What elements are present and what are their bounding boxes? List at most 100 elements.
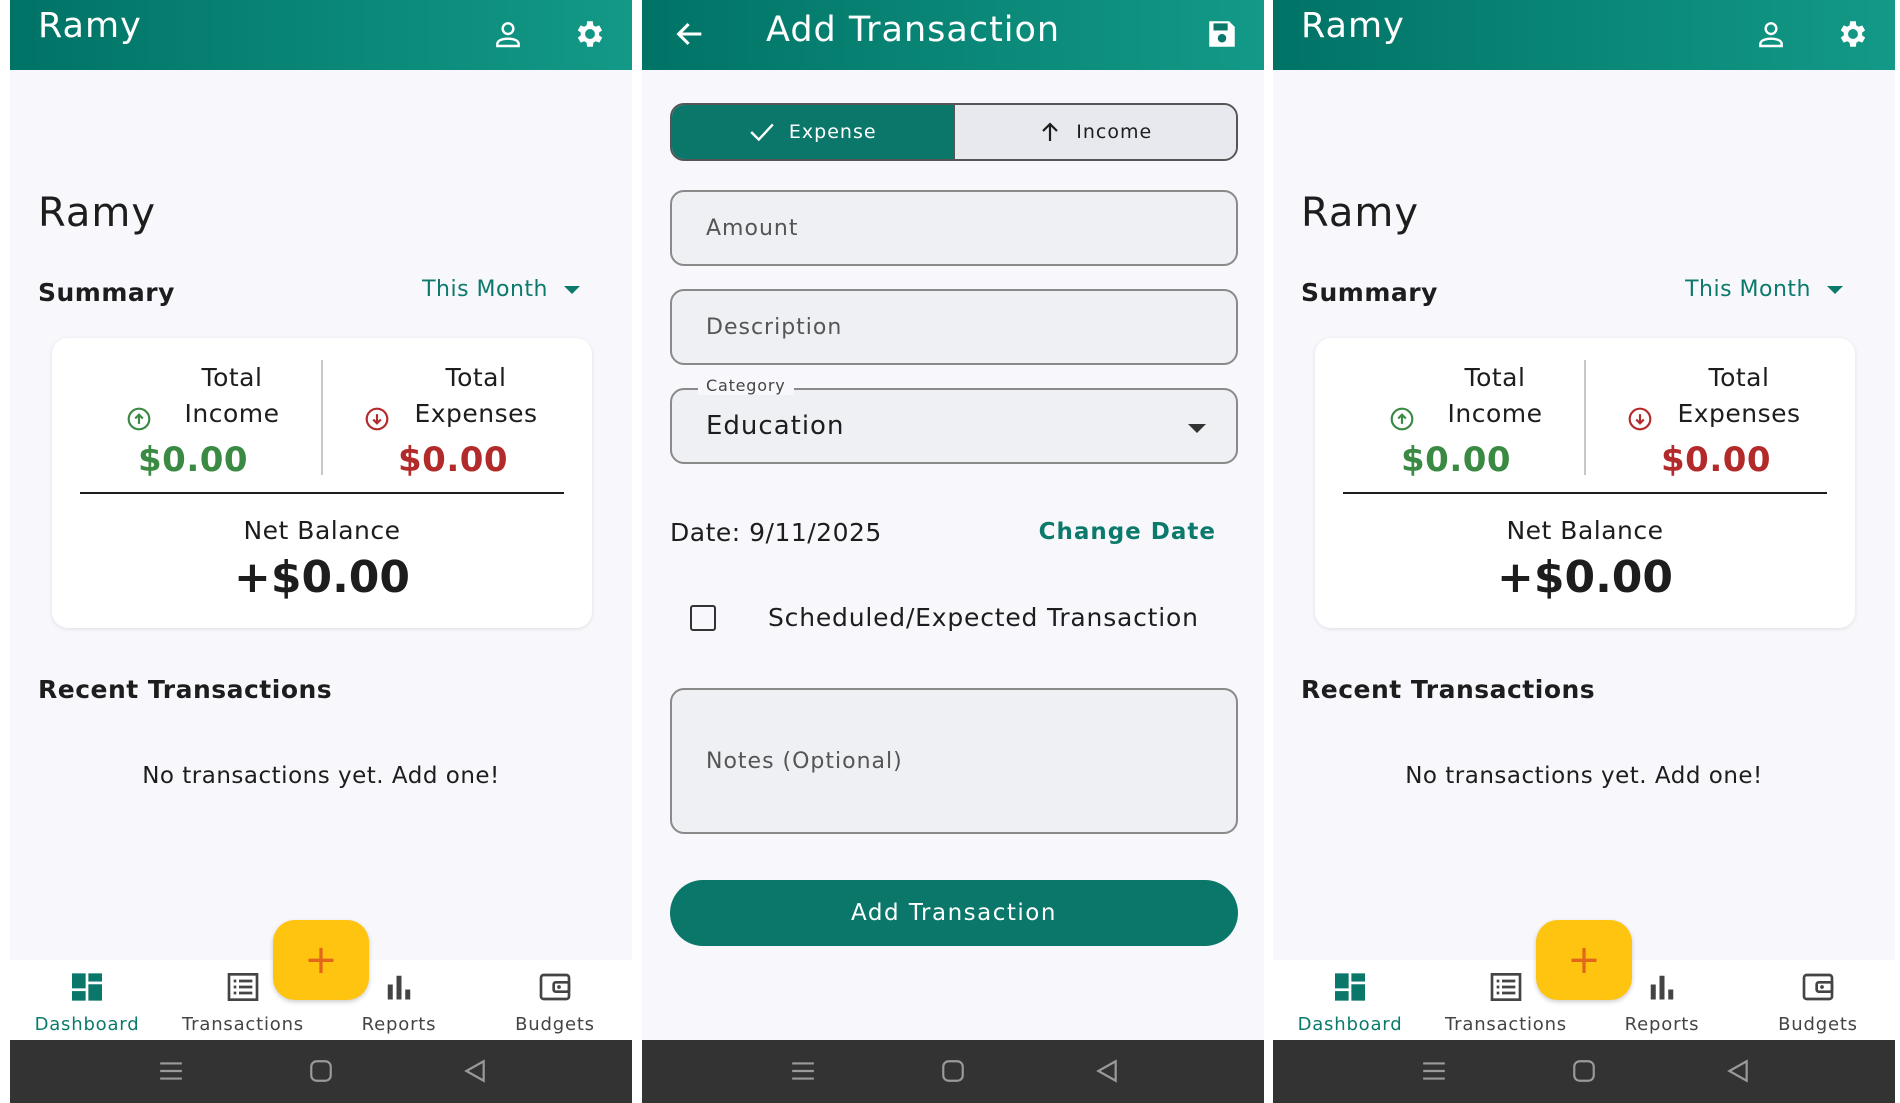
dropdown-arrow-icon [1188,424,1206,433]
summary-title: Summary [38,278,175,307]
total-expenses-label-1: Total [1708,363,1770,392]
date-row: Date: 9/11/2025 Change Date [670,512,1236,552]
income-option-label: Income [1076,121,1153,143]
gear-icon[interactable] [1833,14,1873,54]
total-expenses-value: $0.00 [398,440,509,480]
dashboard-icon [1335,973,1365,1001]
nav-budgets[interactable]: Budgets [480,972,630,1035]
home-square-icon[interactable] [1571,1058,1597,1084]
nav-budgets[interactable]: Budgets [1743,972,1893,1035]
recent-transactions-title: Recent Transactions [1301,675,1596,704]
caret-down-icon [1827,285,1843,294]
summary-card: Total Income $0.00 Total Expenses $0.00 … [1315,338,1855,628]
total-expenses-label-2: Expenses [1677,399,1801,428]
arrow-up-icon [1042,122,1059,141]
description-placeholder: Description [706,314,843,340]
recent-transactions-title: Recent Transactions [38,675,333,704]
caret-down-icon [564,285,580,294]
bar-chart-icon [1650,975,1674,1000]
arrow-back-icon[interactable] [670,14,710,54]
back-triangle-icon[interactable] [1725,1058,1751,1084]
total-expenses-block: Total Expenses $0.00 [322,360,582,480]
notes-placeholder: Notes (Optional) [706,748,903,774]
summary-title: Summary [1301,278,1438,307]
period-dropdown[interactable]: This Month [422,277,580,302]
add-transaction-fab[interactable]: + [273,920,369,1000]
gear-icon[interactable] [570,14,610,54]
change-date-button[interactable]: Change Date [1039,519,1236,545]
app-title: Ramy [1301,6,1405,46]
amount-placeholder: Amount [706,215,799,241]
person-icon[interactable] [488,14,528,54]
app-bar: Add Transaction [642,0,1264,70]
nav-reports-label: Reports [1624,1014,1700,1035]
add-transaction-fab[interactable]: + [1536,920,1632,1000]
nav-dashboard[interactable]: Dashboard [1275,972,1425,1035]
scheduled-label: Scheduled/Expected Transaction [768,603,1199,632]
summary-divider [80,492,564,494]
total-income-value: $0.00 [1401,440,1512,480]
scheduled-row[interactable]: Scheduled/Expected Transaction [690,603,1199,632]
description-field[interactable]: Description [670,289,1238,365]
screen-title: Add Transaction [766,10,1061,50]
menu-icon[interactable] [158,1058,184,1084]
nav-transactions-label: Transactions [1445,1014,1567,1035]
total-income-block: Total Income $0.00 [52,360,312,480]
nav-dashboard[interactable]: Dashboard [12,972,162,1035]
nav-budgets-label: Budgets [515,1014,595,1035]
wallet-icon [1802,973,1834,1001]
expense-option-label: Expense [788,121,877,143]
user-name-heading: Ramy [1301,190,1420,236]
nav-transactions-label: Transactions [182,1014,304,1035]
category-label: Category [698,376,794,395]
nav-budgets-label: Budgets [1778,1014,1858,1035]
list-icon [1490,973,1522,1001]
net-balance-value: +$0.00 [233,552,411,603]
total-income-block: Total Income $0.00 [1315,360,1575,480]
total-expenses-value: $0.00 [1661,440,1772,480]
income-option[interactable]: Income [953,105,1236,159]
back-triangle-icon[interactable] [1094,1058,1120,1084]
save-icon[interactable] [1202,14,1242,54]
dashboard-screen-left: Ramy Ramy Summary This Month Total Incom… [10,0,632,1103]
nav-reports-label: Reports [361,1014,437,1035]
income-circle-icon [127,407,151,431]
total-expenses-label-2: Expenses [414,399,538,428]
person-icon[interactable] [1751,14,1791,54]
menu-icon[interactable] [790,1058,816,1084]
category-value: Education [706,411,845,441]
total-income-value: $0.00 [138,440,249,480]
list-icon [227,973,259,1001]
app-title: Ramy [38,6,142,46]
add-transaction-button[interactable]: Add Transaction [670,880,1238,946]
back-triangle-icon[interactable] [462,1058,488,1084]
check-icon [750,123,774,142]
period-label: This Month [422,277,548,302]
wallet-icon [539,973,571,1001]
summary-card: Total Income $0.00 Total Expenses $0.00 … [52,338,592,628]
system-navigation-bar [642,1040,1264,1103]
scheduled-checkbox[interactable] [690,604,716,631]
menu-icon[interactable] [1421,1058,1447,1084]
system-navigation-bar [10,1040,632,1103]
type-segmented-control: Expense Income [670,103,1238,161]
total-income-label-1: Total [1464,363,1526,392]
amount-field[interactable]: Amount [670,190,1238,266]
add-transaction-screen: Add Transaction Expense Income Amount De… [642,0,1264,1103]
nav-dashboard-label: Dashboard [34,1014,140,1035]
category-dropdown[interactable]: Category Education [670,376,1238,464]
system-navigation-bar [1273,1040,1895,1103]
empty-transactions-message: No transactions yet. Add one! [1405,763,1763,789]
app-bar: Ramy [10,0,632,70]
period-dropdown[interactable]: This Month [1685,277,1843,302]
notes-field[interactable]: Notes (Optional) [670,688,1238,834]
nav-dashboard-label: Dashboard [1297,1014,1403,1035]
period-label: This Month [1685,277,1811,302]
total-income-label-1: Total [201,363,263,392]
total-income-label-2: Income [184,399,280,428]
app-bar: Ramy [1273,0,1895,70]
home-square-icon[interactable] [940,1058,966,1084]
empty-transactions-message: No transactions yet. Add one! [142,763,500,789]
expense-option[interactable]: Expense [672,105,954,159]
home-square-icon[interactable] [308,1058,334,1084]
